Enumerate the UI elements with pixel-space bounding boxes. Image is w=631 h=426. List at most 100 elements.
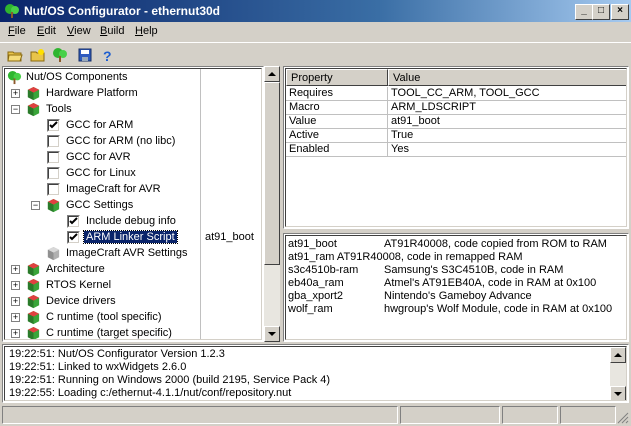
properties-grid: Property Value Requires TOOL_CC_ARM, TOO… (285, 68, 627, 227)
tree-item-device-drivers[interactable]: + Device drivers (5, 293, 200, 309)
log-output[interactable]: 19:22:51: Nut/OS Configurator Version 1.… (4, 346, 627, 401)
status-pane-2 (400, 406, 500, 424)
menu-bar: File Edit View Build Help (0, 22, 631, 41)
property-name: Requires (286, 87, 388, 101)
tree-icon[interactable] (52, 47, 68, 63)
header-property[interactable]: Property (286, 69, 388, 86)
checkbox-gcc-avr[interactable] (47, 151, 60, 164)
cube-folder-icon (27, 102, 40, 117)
tree-item-rtos-kernel[interactable]: + RTOS Kernel (5, 277, 200, 293)
choices-list: at91_boot AT91R40008, code copied from RO… (285, 235, 627, 340)
close-button[interactable]: × (611, 4, 629, 20)
expand-plus-icon[interactable]: + (11, 297, 20, 306)
checkbox-arm-linker-script[interactable] (67, 231, 80, 244)
menu-build[interactable]: Build (100, 25, 124, 37)
arm-linker-script-value: at91_boot (205, 231, 254, 243)
minimize-button[interactable]: _ (575, 4, 593, 20)
help-icon[interactable]: ? (99, 47, 115, 63)
log-line: 19:22:51: Nut/OS Configurator Version 1.… (9, 348, 225, 360)
scroll-up-arrow-icon[interactable] (610, 347, 626, 363)
scroll-up-arrow-icon[interactable] (264, 66, 280, 82)
cube-folder-icon (27, 262, 40, 277)
tree-item-gcc-arm-nolibc[interactable]: GCC for ARM (no libc) (5, 133, 200, 149)
checkbox-include-debug[interactable] (67, 215, 80, 228)
tree-item-imagecraft-avr[interactable]: ImageCraft for AVR (5, 181, 200, 197)
property-name: Value (286, 115, 388, 129)
property-value[interactable]: ARM_LDSCRIPT (388, 101, 626, 115)
list-item[interactable]: s3c4510b-ram Samsung's S3C4510B, code in … (288, 264, 563, 277)
tree-item-include-debug[interactable]: Include debug info (5, 213, 200, 229)
maximize-button[interactable]: □ (592, 4, 610, 20)
checkbox-gcc-arm-nolibc[interactable] (47, 135, 60, 148)
scroll-down-arrow-icon[interactable] (264, 326, 280, 342)
tree-item-architecture[interactable]: + Architecture (5, 261, 200, 277)
menu-help[interactable]: Help (135, 25, 158, 37)
tree-root-icon (7, 70, 22, 85)
tree-item-gcc-linux[interactable]: GCC for Linux (5, 165, 200, 181)
save-disk-icon[interactable] (77, 47, 93, 63)
log-scrollbar[interactable] (610, 347, 626, 400)
log-line: 19:22:55: Loading c:/ethernut-4.1.1/nut/… (9, 387, 292, 399)
component-tree-panel: Nut/OS Components + Hardware Platform − … (2, 66, 264, 342)
list-item[interactable]: at91_ram AT91R40008, code in remapped RA… (288, 251, 523, 264)
menu-edit[interactable]: Edit (37, 25, 56, 37)
tree-item-tools[interactable]: − Tools (5, 101, 200, 117)
property-value[interactable]: TOOL_CC_ARM, TOOL_GCC (388, 87, 626, 101)
status-pane-main (2, 406, 398, 424)
property-value[interactable]: True (388, 129, 626, 143)
menu-view[interactable]: View (67, 25, 91, 37)
expand-plus-icon[interactable]: + (11, 265, 20, 274)
tree-item-gcc-avr[interactable]: GCC for AVR (5, 149, 200, 165)
list-item[interactable]: at91_boot AT91R40008, code copied from RO… (288, 238, 607, 251)
tree-item-arm-linker-script[interactable]: ARM Linker Script at91_boot (5, 229, 261, 245)
checkbox-gcc-linux[interactable] (47, 167, 60, 180)
properties-panel: Property Value Requires TOOL_CC_ARM, TOO… (283, 66, 629, 229)
list-item[interactable]: eb40a_ram Atmel's AT91EB40A, code in RAM … (288, 277, 596, 290)
cube-folder-icon (27, 310, 40, 325)
log-line: 19:22:51: Linked to wxWidgets 2.6.0 (9, 361, 187, 373)
list-item[interactable]: wolf_ram hwgroup's Wolf Module, code in R… (288, 303, 612, 316)
resize-grip-icon[interactable] (617, 412, 629, 424)
tree-item-imagecraft-settings[interactable]: ImageCraft AVR Settings (5, 245, 200, 261)
cube-folder-icon (27, 86, 40, 101)
header-value[interactable]: Value (388, 69, 626, 86)
tree-item-gcc-arm[interactable]: GCC for ARM (5, 117, 200, 133)
component-tree: Nut/OS Components + Hardware Platform − … (4, 68, 262, 340)
checkbox-imagecraft-avr[interactable] (47, 183, 60, 196)
window-title: Nut/OS Configurator - ethernut30d (24, 4, 220, 18)
tree-item-c-runtime-target[interactable]: + C runtime (target specific) (5, 325, 200, 339)
expand-plus-icon[interactable]: + (11, 313, 20, 322)
expand-plus-icon[interactable]: + (11, 329, 20, 338)
property-value[interactable]: Yes (388, 143, 626, 157)
expand-plus-icon[interactable]: + (11, 281, 20, 290)
menu-file[interactable]: File (8, 25, 26, 37)
property-name: Active (286, 129, 388, 143)
svg-text:?: ? (103, 48, 112, 63)
tree-item-hardware-platform[interactable]: + Hardware Platform (5, 85, 200, 101)
gray-cube-icon (47, 246, 60, 261)
cube-folder-icon (27, 294, 40, 309)
tree-item-gcc-settings[interactable]: − GCC Settings (5, 197, 200, 213)
open-folder-icon[interactable] (7, 47, 23, 63)
tree-item-c-runtime-tool[interactable]: + C runtime (tool specific) (5, 309, 200, 325)
collapse-minus-icon[interactable]: − (31, 201, 40, 210)
collapse-minus-icon[interactable]: − (11, 105, 20, 114)
cube-folder-icon (47, 198, 60, 213)
tree-root[interactable]: Nut/OS Components (5, 69, 200, 85)
status-bar (0, 404, 631, 426)
cube-folder-icon (27, 326, 40, 339)
tree-scrollbar[interactable] (264, 66, 280, 342)
folder-star-icon[interactable] (30, 47, 46, 63)
tree-app-icon (5, 4, 19, 18)
checkbox-gcc-arm[interactable] (47, 119, 60, 132)
property-value[interactable]: at91_boot (388, 115, 626, 129)
property-name: Macro (286, 101, 388, 115)
log-panel: 19:22:51: Nut/OS Configurator Version 1.… (2, 344, 629, 403)
choices-panel: at91_boot AT91R40008, code copied from RO… (283, 233, 629, 342)
title-bar: Nut/OS Configurator - ethernut30d _ □ × (0, 0, 631, 22)
scroll-down-arrow-icon[interactable] (610, 386, 626, 400)
scroll-thumb[interactable] (264, 82, 280, 265)
column-divider (200, 69, 201, 339)
list-item[interactable]: gba_xport2 Nintendo's Gameboy Advance (288, 290, 532, 303)
expand-plus-icon[interactable]: + (11, 89, 20, 98)
